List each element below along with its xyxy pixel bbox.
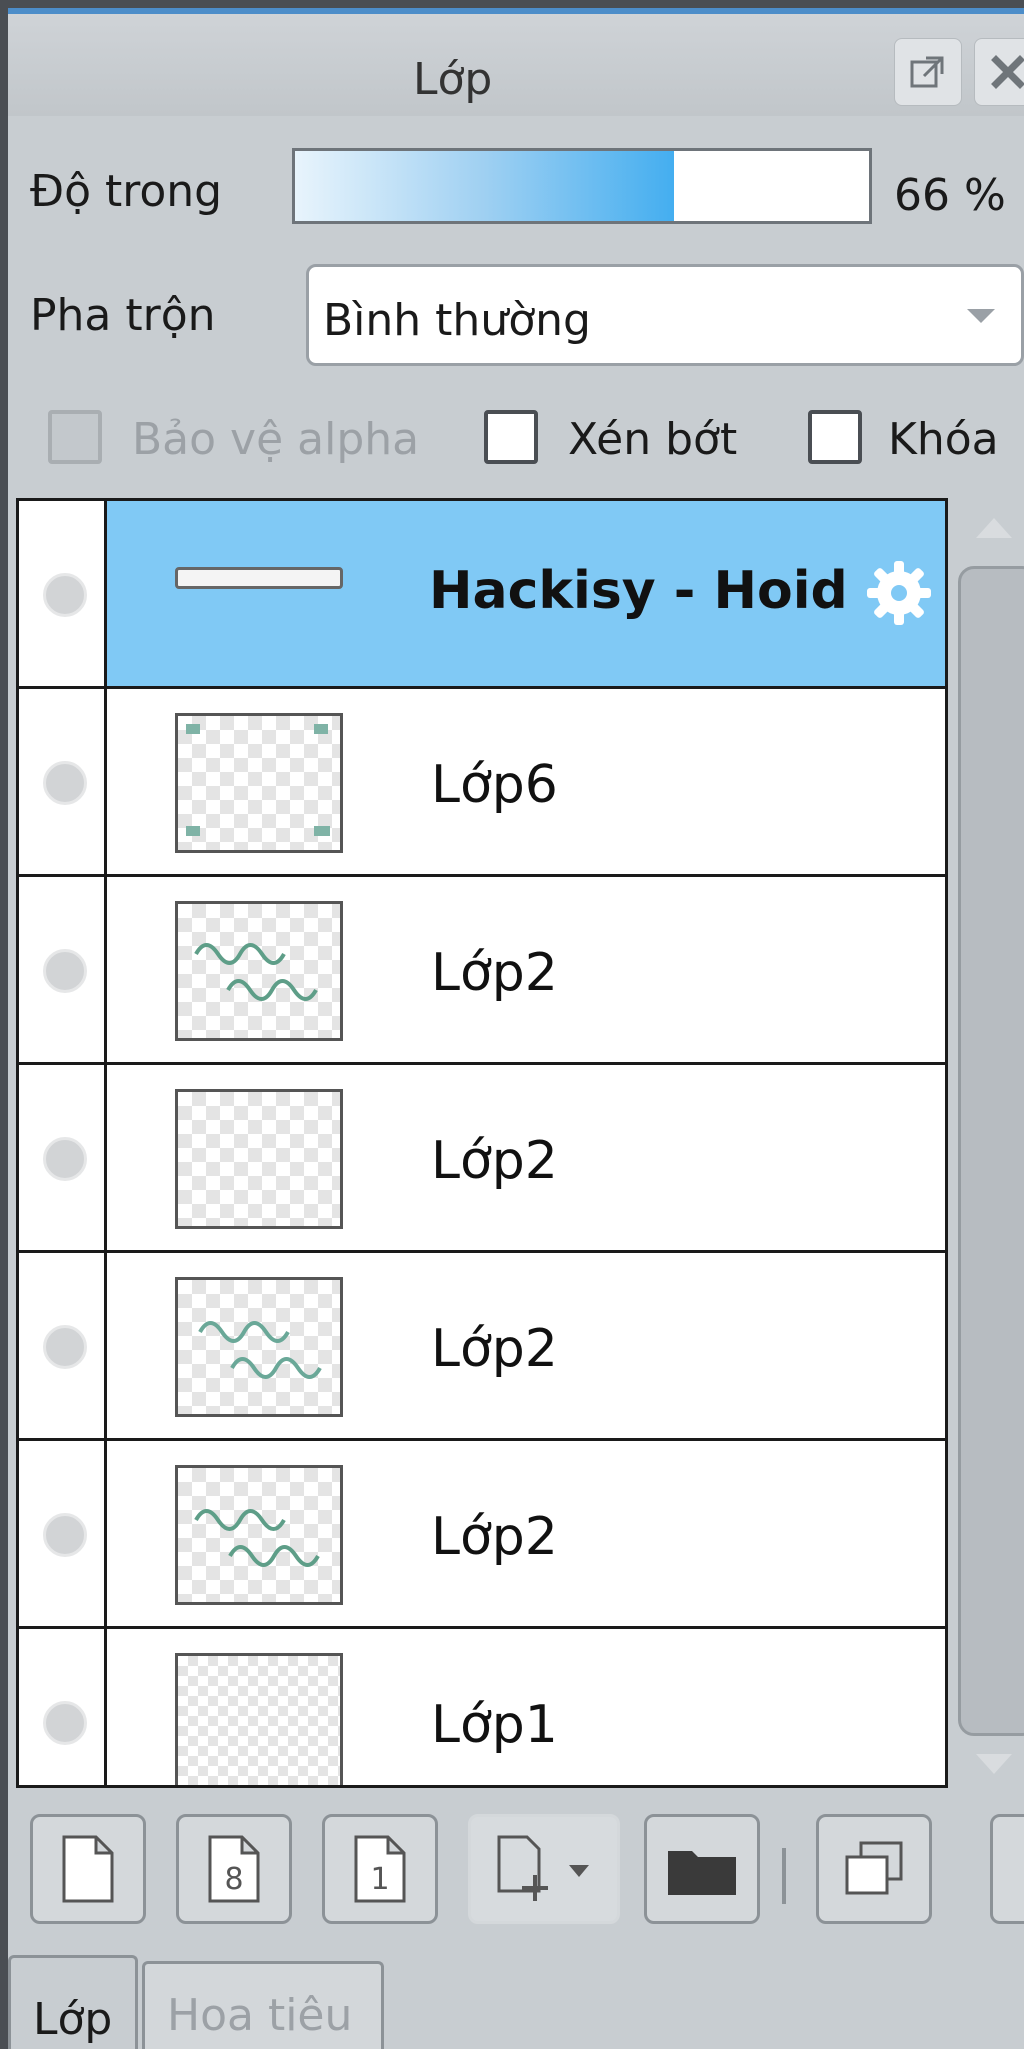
layer-name: Lớp2 [431,943,558,1003]
tab-label: Lớp [33,1994,113,2045]
layer-row[interactable]: Lớp2 [19,1441,945,1629]
layer-row[interactable]: Lớp2 [19,1253,945,1441]
tab-label: Hoa tiêu [167,1990,353,2041]
add-layer-dropdown-icon [497,1835,589,1901]
clip-label: Xén bớt [568,414,738,465]
opacity-slider[interactable] [292,148,872,224]
visibility-toggle[interactable] [19,501,107,686]
scroll-down-icon[interactable] [976,1754,1012,1774]
visibility-icon [43,761,87,805]
layer-main: Lớp2 [107,1065,945,1250]
new-folder-button[interactable] [644,1814,760,1924]
layer-list: Hackisy - Hoid Lớp6 Lớp2 Lớp2 Lớp2 Lớp2 … [16,498,948,1788]
visibility-icon [43,573,87,617]
toolbar-separator [782,1848,786,1904]
clip-checkbox[interactable] [484,410,538,464]
visibility-icon [43,1513,87,1557]
visibility-toggle[interactable] [19,1253,107,1438]
duplicate-layer-icon [845,1841,903,1895]
visibility-toggle[interactable] [19,689,107,874]
visibility-toggle[interactable] [19,877,107,1062]
layer-main: Hackisy - Hoid [107,501,945,686]
opacity-fill [295,151,674,221]
chevron-down-icon [967,309,995,323]
blend-mode-value: Bình thường [323,295,591,346]
new-layer-icon [62,1835,114,1903]
settings-gear-icon[interactable] [861,555,937,631]
layer-row[interactable]: Lớp2 [19,1065,945,1253]
new-1bit-layer-icon: 1 [354,1835,406,1903]
more-tools-button[interactable] [990,1814,1024,1924]
blend-label: Pha trộn [30,290,216,341]
protect-alpha-label: Bảo vệ alpha [132,414,420,465]
layer-thumbnail [175,713,343,853]
layer-row[interactable]: Lớp1 [19,1629,945,1785]
layer-list-scrollbar[interactable] [954,498,1024,1788]
layer-main: Lớp2 [107,877,945,1062]
layer-main: Lớp2 [107,1441,945,1626]
layer-thumbnail [175,1653,343,1785]
visibility-icon [43,1325,87,1369]
scroll-up-icon[interactable] [976,518,1012,538]
layer-thumbnail [175,1089,343,1229]
layer-thumbnail [175,901,343,1041]
visibility-toggle[interactable] [19,1441,107,1626]
layer-name: Lớp1 [431,1695,558,1755]
layer-main: Lớp2 [107,1253,945,1438]
opacity-label: Độ trong [30,166,223,217]
new-8bit-layer-button[interactable]: 8 [176,1814,292,1924]
layer-thumbnail [175,1465,343,1605]
popout-icon[interactable] [894,38,962,106]
layer-main: Lớp1 [107,1629,945,1785]
layer-panel: Lớp Độ trong 66 % Pha trộn Bình thường B… [8,8,1024,2049]
visibility-toggle[interactable] [19,1065,107,1250]
new-layer-button[interactable] [30,1814,146,1924]
protect-alpha-checkbox[interactable] [48,410,102,464]
layer-thumbnail [175,567,343,589]
layer-thumbnail [175,1277,343,1417]
blend-mode-select[interactable]: Bình thường [306,264,1024,366]
panel-tabs: Lớp Hoa tiêu [8,1950,1024,2049]
visibility-icon [43,1701,87,1745]
layer-row[interactable]: Lớp6 [19,689,945,877]
panel-title: Lớp [413,54,493,105]
svg-text:8: 8 [224,1862,243,1897]
scrollbar-thumb[interactable] [958,566,1024,1736]
layer-row[interactable]: Hackisy - Hoid [19,501,945,689]
new-folder-icon [668,1851,736,1895]
tab-navigator[interactable]: Hoa tiêu [142,1961,384,2049]
layer-name: Lớp2 [431,1507,558,1567]
layer-toolbar: 8 1 [8,1804,1024,1934]
layer-name: Hackisy - Hoid [429,561,848,621]
opacity-value: 66 % [894,170,1006,221]
visibility-icon [43,1137,87,1181]
layer-main: Lớp6 [107,689,945,874]
duplicate-layer-button[interactable] [816,1814,932,1924]
panel-titlebar[interactable]: Lớp [8,14,1024,116]
lock-checkbox[interactable] [808,410,862,464]
add-layer-dropdown-button[interactable] [468,1814,620,1924]
tab-layers[interactable]: Lớp [8,1955,138,2049]
visibility-icon [43,949,87,993]
svg-text:1: 1 [370,1862,389,1897]
close-icon[interactable] [974,38,1024,106]
new-1bit-layer-button[interactable]: 1 [322,1814,438,1924]
layer-row[interactable]: Lớp2 [19,877,945,1065]
layer-name: Lớp2 [431,1319,558,1379]
lock-label: Khóa [888,414,999,465]
layer-name: Lớp2 [431,1131,558,1191]
new-8bit-layer-icon: 8 [208,1835,260,1903]
visibility-toggle[interactable] [19,1629,107,1785]
layer-name: Lớp6 [431,755,558,815]
